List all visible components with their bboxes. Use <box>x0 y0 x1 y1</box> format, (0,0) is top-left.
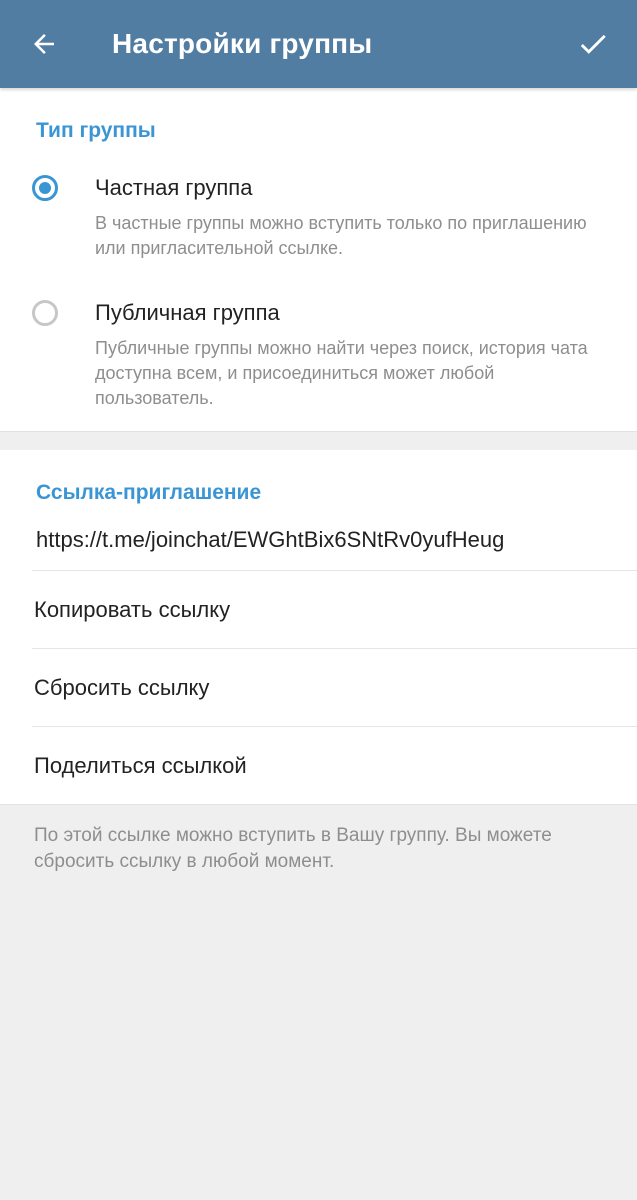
copy-link-button[interactable]: Копировать ссылку <box>0 571 637 648</box>
section-gap <box>0 431 637 450</box>
back-button[interactable] <box>24 22 64 66</box>
public-group-option[interactable]: Публичная группа Публичные группы можно … <box>0 285 637 411</box>
public-group-label: Публичная группа <box>95 300 280 325</box>
private-group-label: Частная группа <box>95 175 253 200</box>
group-type-section: Тип группы Частная группа В частные груп… <box>0 88 637 431</box>
invite-link-text[interactable]: https://t.me/joinchat/EWGhtBix6SNtRv0yuf… <box>0 510 637 570</box>
arrow-left-icon <box>34 34 54 54</box>
private-group-radio[interactable] <box>32 175 58 201</box>
private-group-description: В частные группы можно вступить только п… <box>95 213 587 258</box>
app-bar: Настройки группы <box>0 0 637 88</box>
check-icon <box>580 34 606 54</box>
share-link-button[interactable]: Поделиться ссылкой <box>0 727 637 804</box>
invite-link-header: Ссылка-приглашение <box>36 481 262 504</box>
reset-link-button[interactable]: Сбросить ссылку <box>0 649 637 726</box>
public-group-radio[interactable] <box>32 300 58 326</box>
invite-link-section: Ссылка-приглашение https://t.me/joinchat… <box>0 450 637 804</box>
done-button[interactable] <box>571 22 615 66</box>
group-type-header: Тип группы <box>36 119 156 142</box>
page-title: Настройки группы <box>112 28 373 59</box>
public-group-description: Публичные группы можно найти через поиск… <box>95 338 588 408</box>
invite-link-note: По этой ссылке можно вступить в Вашу гру… <box>0 804 637 875</box>
private-group-option[interactable]: Частная группа В частные группы можно вс… <box>0 160 637 261</box>
